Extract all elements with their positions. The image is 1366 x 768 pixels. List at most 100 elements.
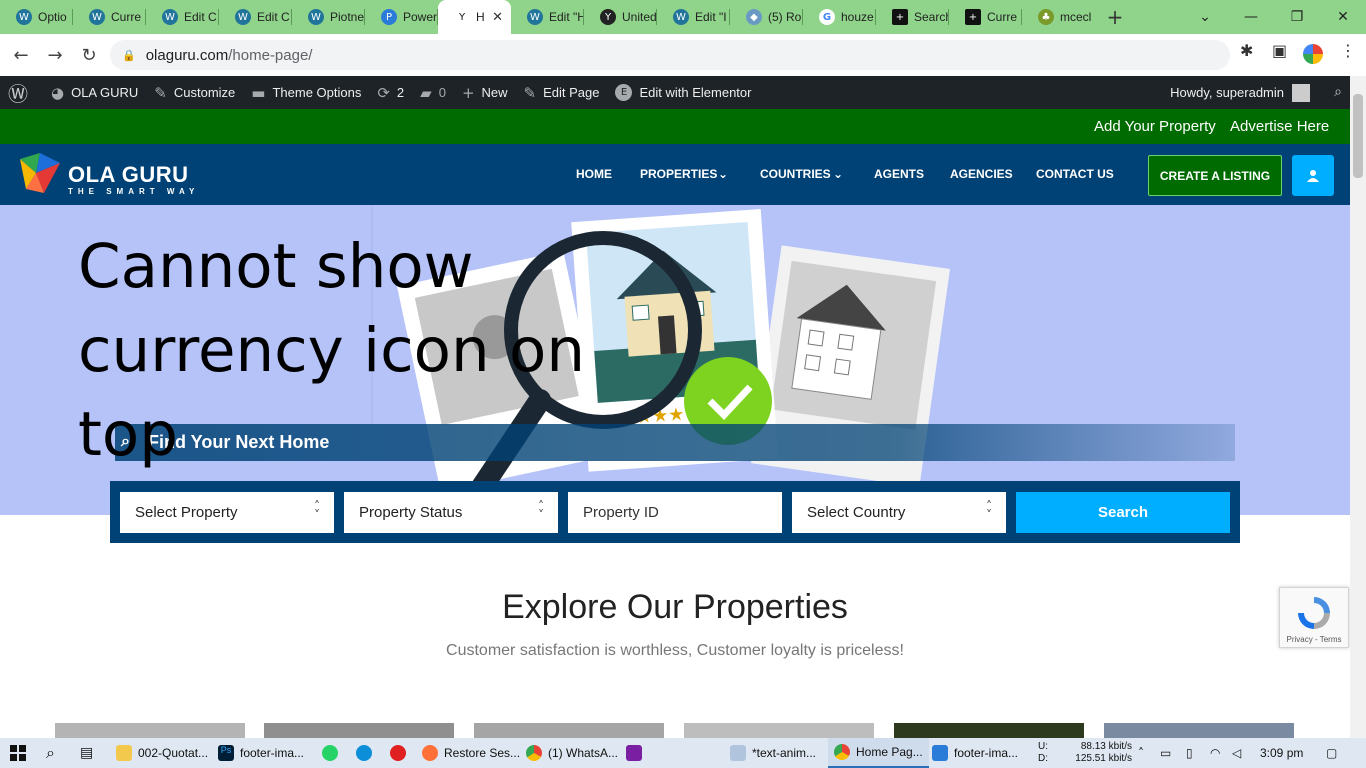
property-status-dropdown[interactable]: Property Status ˄ ˅ <box>344 492 558 533</box>
taskbar-item[interactable]: *text-anim... <box>730 738 816 768</box>
taskbar-item[interactable]: Restore Ses... <box>422 738 520 768</box>
wp-howdy[interactable]: Howdy, superadmin <box>1170 76 1310 109</box>
notifications-icon[interactable]: ▢ <box>1326 738 1337 768</box>
wordpress-logo-icon[interactable]: Ⓦ <box>0 76 43 109</box>
wp-site-name[interactable]: ◕ OLA GURU <box>43 76 146 109</box>
browser-tab[interactable]: W Edit "H <box>511 0 584 34</box>
forward-icon[interactable]: → <box>38 38 72 72</box>
side-panel-icon[interactable]: ▣ <box>1272 41 1287 60</box>
site-logo[interactable]: OLA GURU THE SMART WAY <box>16 149 206 201</box>
browser-tab[interactable]: + Search <box>876 0 949 34</box>
address-bar-row: ← → ↻ 🔒 olaguru.com/home-page/ ⚷ ⇪ ☆ <box>0 34 1366 99</box>
windows-start-icon[interactable] <box>10 738 26 768</box>
plus-icon: + <box>461 83 475 102</box>
browser-tab-active[interactable]: Y H ✕ <box>438 0 511 34</box>
nav-countries[interactable]: COUNTRIES <box>760 167 831 181</box>
battery-icon[interactable]: ▯ <box>1186 738 1193 768</box>
terms-link[interactable]: Terms <box>1320 635 1342 644</box>
privacy-link[interactable]: Privacy <box>1287 635 1313 644</box>
cube-icon: ◆ <box>746 9 762 25</box>
close-tab-icon[interactable]: ✕ <box>492 9 503 25</box>
back-icon[interactable]: ← <box>4 38 38 72</box>
browser-tab-strip: W Optio W Curre W Edit C W Edit C W Piotne PP… <box>0 0 1366 34</box>
tab-search-icon[interactable]: ⌄ <box>1182 0 1228 34</box>
close-window-icon[interactable]: ✕ <box>1320 0 1366 34</box>
nav-agents[interactable]: AGENTS <box>874 167 924 181</box>
create-listing-button[interactable]: CREATE A LISTING <box>1148 155 1282 196</box>
browser-tab[interactable]: W Edit C <box>146 0 219 34</box>
taskbar-item[interactable]: (1) WhatsA... <box>526 738 618 768</box>
menu-dots-icon[interactable]: ⋮ <box>1340 41 1356 60</box>
add-property-link[interactable]: Add Your Property <box>1094 118 1216 135</box>
select-property-dropdown[interactable]: Select Property ˄ ˅ <box>120 492 334 533</box>
app-icon[interactable] <box>626 738 648 768</box>
taskbar-item[interactable]: 002-Quotat... <box>116 738 208 768</box>
browser-tab[interactable]: W Piotne <box>292 0 365 34</box>
task-view-icon[interactable]: ▤ <box>80 738 93 768</box>
net-meter: 88.13 kbit/s 125.51 kbit/s <box>1075 741 1132 764</box>
chevron-down-icon[interactable]: ⌄ <box>718 167 728 181</box>
browser-tab[interactable]: W Curre <box>73 0 146 34</box>
browser-tab[interactable]: ◆ (5) Ro <box>730 0 803 34</box>
wp-edit-page[interactable]: ✎ Edit Page <box>516 76 608 109</box>
user-icon <box>1307 169 1319 182</box>
browser-tab[interactable]: W Edit C <box>219 0 292 34</box>
search-icon[interactable]: ⌕ <box>1334 84 1342 100</box>
dashboard-icon: ◕ <box>51 83 65 102</box>
wordpress-icon: W <box>673 9 689 25</box>
wordpress-icon: W <box>527 9 543 25</box>
hero-banner: ★★★★★ Cannot show currency icon on top ⌕… <box>0 205 1350 515</box>
minimize-icon[interactable]: — <box>1228 0 1274 34</box>
wp-edit-elementor[interactable]: E Edit with Elementor <box>607 76 759 109</box>
wp-updates[interactable]: ⟳ 2 <box>369 76 412 109</box>
notification-tray-icon[interactable]: ▭ <box>1160 738 1171 768</box>
browser-tab[interactable]: ♣ mcecl <box>1022 0 1095 34</box>
browser-tab[interactable]: Y United <box>584 0 657 34</box>
taskbar-item-active[interactable]: Home Pag... <box>828 738 929 768</box>
clock[interactable]: 3:09 pm <box>1260 738 1303 768</box>
volume-icon[interactable]: ◁ <box>1232 738 1241 768</box>
url-input[interactable]: 🔒 olaguru.com/home-page/ <box>110 40 1230 70</box>
wp-new[interactable]: + New <box>454 76 516 109</box>
taskbar-item[interactable]: Ps footer-ima... <box>218 738 304 768</box>
opera-icon[interactable] <box>390 738 412 768</box>
whatsapp-icon[interactable] <box>322 738 344 768</box>
nav-home[interactable]: HOME <box>576 167 612 181</box>
property-id-input[interactable]: Property ID <box>568 492 782 533</box>
chevron-down-icon[interactable]: ⌄ <box>833 167 843 181</box>
plus-box-icon: + <box>892 9 908 25</box>
nav-contact[interactable]: CONTACT US <box>1036 167 1114 181</box>
avatar <box>1292 83 1310 102</box>
wp-theme-options[interactable]: ▬ Theme Options <box>243 76 369 109</box>
browser-tab[interactable]: P Power <box>365 0 438 34</box>
extensions-icon[interactable]: ✱ <box>1240 41 1253 60</box>
new-tab-icon[interactable]: + <box>1095 5 1135 29</box>
google-icon: G <box>819 9 835 25</box>
wifi-icon[interactable]: ◠ <box>1210 738 1220 768</box>
select-country-dropdown[interactable]: Select Country ˄ ˅ <box>792 492 1006 533</box>
taskbar-item[interactable]: footer-ima... <box>932 738 1018 768</box>
recaptcha-icon <box>1298 597 1330 629</box>
search-button[interactable]: Search <box>1016 492 1230 533</box>
browser-tab[interactable]: + Curre <box>949 0 1022 34</box>
user-account-button[interactable] <box>1292 155 1334 196</box>
reload-icon[interactable]: ↻ <box>72 38 106 72</box>
restore-icon[interactable]: ❐ <box>1274 0 1320 34</box>
browser-tab[interactable]: W Edit "I <box>657 0 730 34</box>
power-icon: P <box>381 9 397 25</box>
advertise-link[interactable]: Advertise Here <box>1230 118 1329 135</box>
browser-tab[interactable]: W Optio <box>0 0 73 34</box>
scrollbar-thumb[interactable] <box>1353 94 1363 178</box>
search-icon[interactable]: ⌕ <box>46 738 55 768</box>
nav-agencies[interactable]: AGENCIES <box>950 167 1013 181</box>
edge-icon[interactable] <box>356 738 378 768</box>
wp-customize[interactable]: ✎ Customize <box>146 76 243 109</box>
browser-tab[interactable]: Ghouze <box>803 0 876 34</box>
lock-icon: 🔒 <box>122 49 136 62</box>
nav-properties[interactable]: PROPERTIES <box>640 167 717 181</box>
logo-mark-icon <box>20 153 60 193</box>
profile-avatar[interactable] <box>1303 44 1323 64</box>
wp-comments[interactable]: ▰ 0 <box>412 76 454 109</box>
chevron-up-icon[interactable]: ˄ <box>1138 738 1144 768</box>
recaptcha-badge[interactable]: Privacy - Terms <box>1279 587 1349 648</box>
